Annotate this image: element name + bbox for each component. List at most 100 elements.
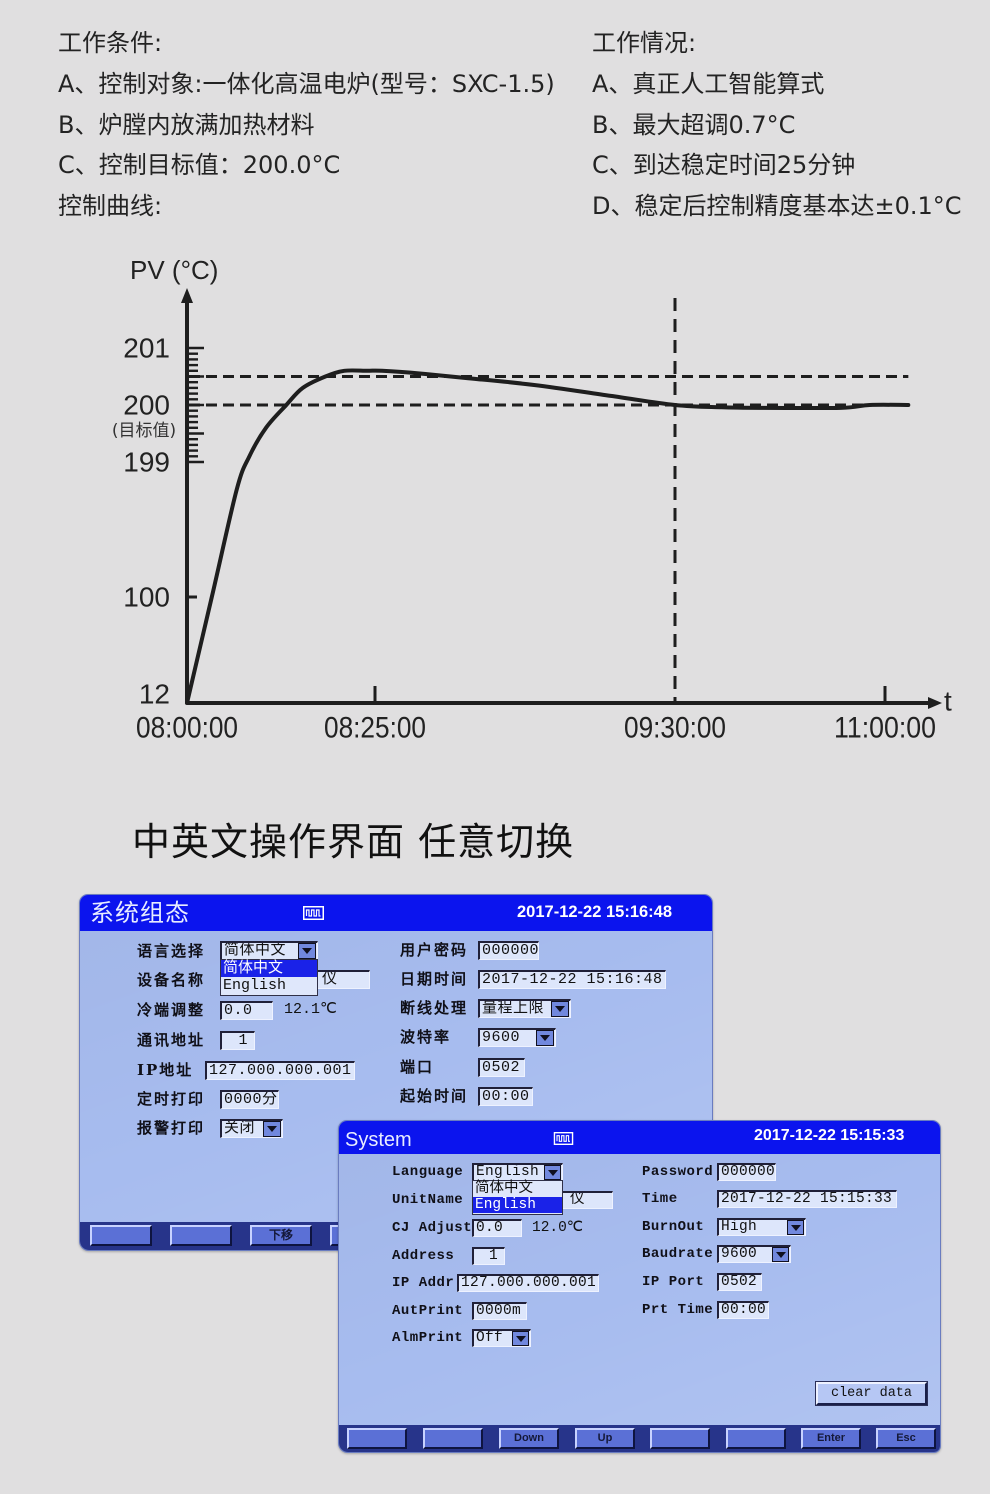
pv-data-point (906, 403, 910, 407)
pv-data-point (301, 386, 305, 390)
ip-port-field[interactable]: 0502 (717, 1273, 762, 1291)
password-field[interactable]: 000000 (717, 1163, 776, 1181)
chevron-down-icon[interactable] (551, 1001, 569, 1017)
pv-series-line (185, 368, 911, 705)
ip-address-field[interactable]: 127.000.000.001 (205, 1061, 355, 1080)
cj-temperature-reading: 12.0℃ (532, 1220, 584, 1236)
chevron-down-icon[interactable] (772, 1247, 789, 1262)
unit-name-value: 仪 (322, 971, 338, 988)
softkey-button[interactable] (90, 1225, 152, 1246)
pv-data-point (380, 369, 384, 373)
pv-data-point (762, 406, 766, 410)
language-select[interactable]: English (472, 1163, 563, 1181)
pv-data-point (839, 406, 843, 410)
chevron-down-icon[interactable] (298, 943, 316, 959)
address-value: 1 (488, 1248, 498, 1264)
auto-print-label: 定时打印 (137, 1090, 206, 1108)
screen-title: 系统组态 (90, 899, 190, 927)
x-tick-label: 08:00:00 (136, 712, 238, 745)
ip-address-value: 127.000.000.001 (461, 1275, 597, 1291)
softkey-button[interactable] (170, 1225, 232, 1246)
language-option[interactable]: English (221, 977, 317, 994)
softkey-button[interactable] (347, 1428, 407, 1449)
address-field[interactable]: 1 (220, 1031, 255, 1050)
softkey-up-button[interactable]: Up (575, 1428, 635, 1449)
language-label: Language (392, 1164, 464, 1180)
english-settings-screen: System 2017-12-22 15:15:33 Language Engl… (338, 1120, 941, 1453)
baudrate-select[interactable]: 9600 (478, 1028, 556, 1047)
baudrate-label: Baudrate (642, 1246, 714, 1262)
datetime-field[interactable]: 2017-12-22 15:16:48 (478, 970, 666, 989)
alarm-print-select[interactable]: 关闭 (220, 1119, 283, 1138)
password-value: 000000 (482, 942, 539, 959)
chevron-down-icon[interactable] (512, 1331, 529, 1346)
y-tick-label: 12 (139, 679, 170, 710)
burnout-label: BurnOut (642, 1219, 705, 1235)
alarm-print-label: 报警打印 (137, 1119, 206, 1137)
address-field[interactable]: 1 (472, 1247, 505, 1265)
x-tick-label: 08:25:00 (324, 712, 426, 745)
alarm-print-select[interactable]: Off (472, 1329, 531, 1347)
cj-adjust-label: CJ Adjust (392, 1220, 473, 1236)
burnout-value: 量程上限 (482, 1000, 545, 1017)
y-tick-label: 201 (123, 333, 170, 364)
softkey-button[interactable] (423, 1428, 483, 1449)
chevron-down-icon[interactable] (263, 1121, 281, 1137)
language-option[interactable]: 简体中文 (473, 1181, 562, 1197)
baudrate-value: 9600 (482, 1029, 521, 1046)
softkey-button[interactable] (726, 1428, 786, 1449)
softkey-enter-button[interactable]: Enter (801, 1428, 861, 1449)
softkey-down-button[interactable]: Down (499, 1428, 559, 1449)
auto-print-value: 0000m (476, 1303, 522, 1319)
start-time-field[interactable]: 00:00 (478, 1087, 533, 1106)
y-axis-arrow-icon (181, 288, 193, 303)
burnout-select[interactable]: High (717, 1218, 806, 1236)
port-field[interactable]: 0502 (478, 1058, 525, 1077)
alarm-print-label: AlmPrint (392, 1330, 464, 1346)
pv-data-point (419, 372, 423, 376)
softkey-esc-button[interactable]: Esc (876, 1428, 936, 1449)
pv-data-point (868, 403, 872, 407)
y-tick-label: 200 (123, 390, 170, 421)
cj-adjust-field[interactable]: 0.0 (220, 1001, 273, 1020)
screen-datetime: 2017-12-22 15:15:33 (754, 1127, 905, 1144)
chevron-down-icon[interactable] (544, 1165, 561, 1180)
screen-datetime: 2017-12-22 15:16:48 (517, 903, 673, 921)
baudrate-select[interactable]: 9600 (717, 1245, 791, 1263)
unit-name-label: 设备名称 (137, 971, 206, 989)
address-value: 1 (238, 1032, 248, 1049)
language-select[interactable]: 简体中文 (220, 941, 318, 960)
auto-print-field[interactable]: 0000m (472, 1302, 527, 1320)
time-field[interactable]: 2017-12-22 15:15:33 (717, 1190, 897, 1208)
softkey-move-down-button[interactable]: 下移 (250, 1225, 312, 1246)
softkey-button[interactable] (650, 1428, 710, 1449)
auto-print-value: 0000分 (224, 1091, 278, 1108)
ip-address-value: 127.000.000.001 (209, 1062, 352, 1079)
chevron-down-icon[interactable] (787, 1220, 804, 1235)
chevron-down-icon[interactable] (536, 1030, 554, 1046)
password-value: 000000 (721, 1164, 776, 1180)
language-option[interactable]: 简体中文 (221, 960, 317, 977)
language-dropdown-list: 简体中文 English (472, 1180, 563, 1215)
pv-data-point (185, 701, 189, 705)
pv-data-point (235, 488, 239, 492)
ip-address-field[interactable]: 127.000.000.001 (457, 1274, 599, 1292)
cj-adjust-field[interactable]: 0.0 (472, 1219, 522, 1237)
auto-print-field[interactable]: 0000分 (220, 1090, 279, 1109)
square-wave-icon (303, 906, 324, 920)
password-field[interactable]: 000000 (478, 941, 539, 960)
language-label: 语言选择 (137, 942, 206, 960)
burnout-value: High (721, 1219, 758, 1235)
language-dropdown-list: 简体中文 English (220, 959, 318, 996)
password-label: Password (642, 1164, 714, 1180)
datetime-label: 日期时间 (400, 970, 469, 988)
square-wave-icon (553, 1132, 574, 1145)
language-option[interactable]: English (473, 1197, 562, 1213)
x-tick-label: 11:00:00 (834, 712, 936, 745)
print-time-field[interactable]: 00:00 (717, 1301, 769, 1319)
clear-data-button[interactable]: clear data (815, 1381, 928, 1406)
burnout-select[interactable]: 量程上限 (478, 999, 571, 1018)
print-time-value: 00:00 (721, 1302, 767, 1318)
pv-data-point (264, 426, 268, 430)
pv-data-point (323, 375, 327, 378)
